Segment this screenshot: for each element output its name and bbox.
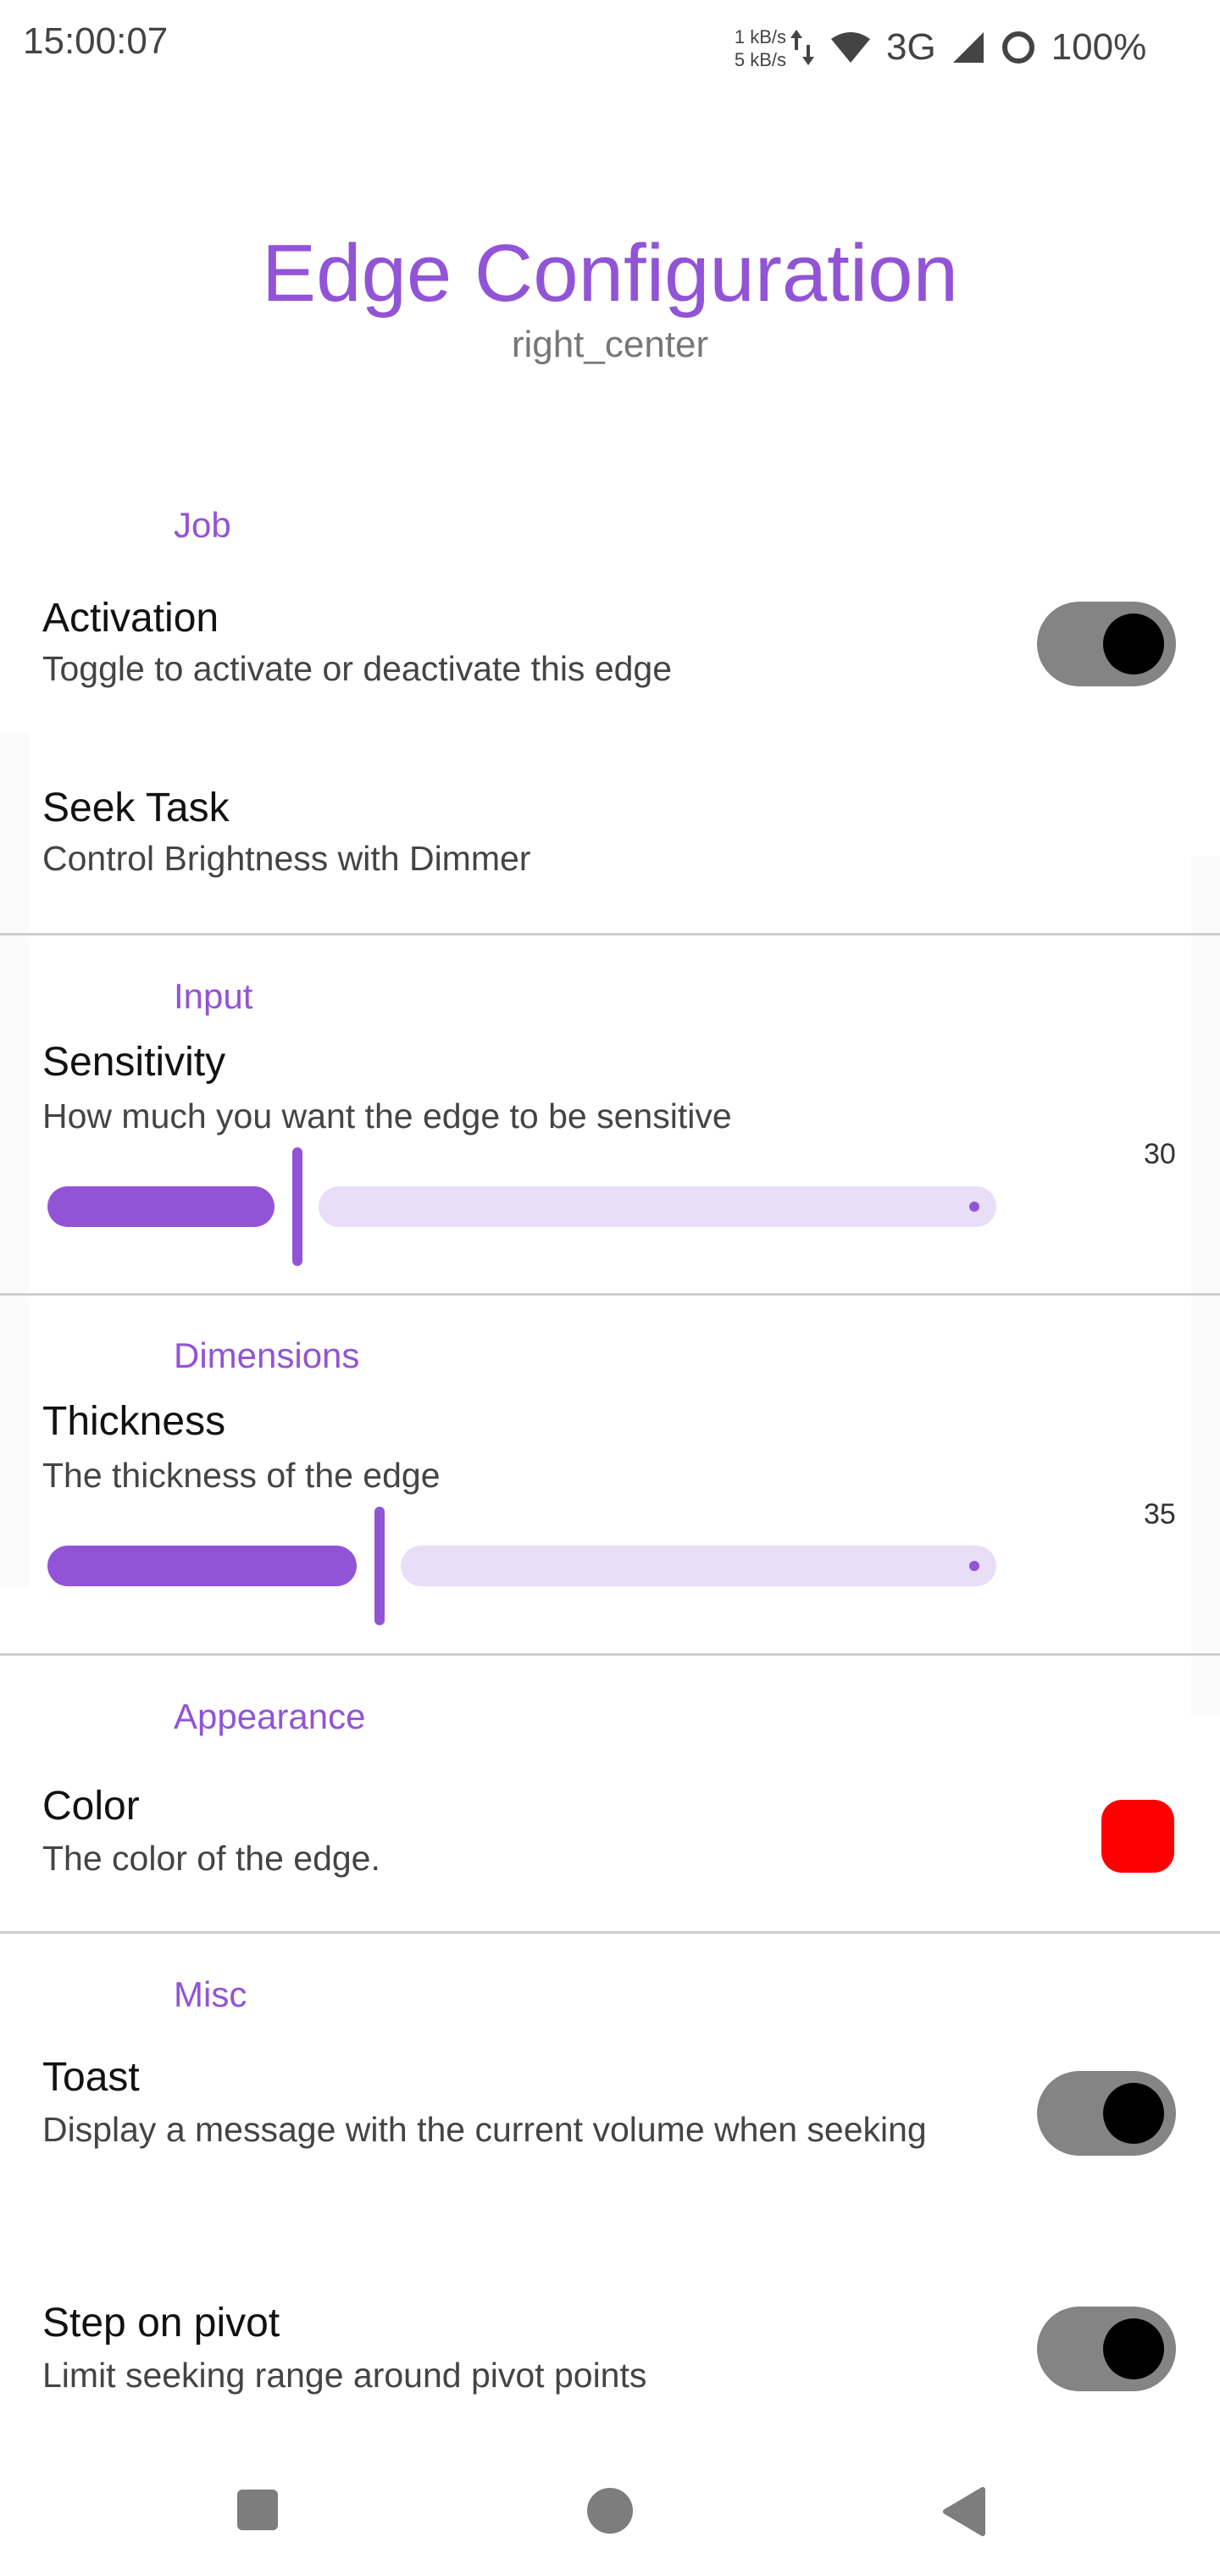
section-title-job: Job [174,505,231,545]
color-title: Color [42,1784,140,1829]
section-title-dimensions: Dimensions [174,1335,360,1375]
slider-active-track [47,1546,357,1586]
section-divider [0,1931,1220,1934]
slider-handle[interactable] [292,1147,302,1266]
toast-row[interactable]: Toast Display a message with the current… [0,2034,1220,2229]
battery-level: 100% [1051,26,1147,68]
edge-hint-right [1191,856,1220,1716]
status-icons: 3G 100% [790,19,1146,76]
home-circle-icon[interactable] [587,2488,633,2534]
section-divider [0,933,1220,935]
back-triangle-icon[interactable] [940,2486,986,2541]
recents-square-icon[interactable] [237,2490,278,2530]
slider-active-track [47,1186,274,1227]
section-title-misc: Misc [174,1974,247,2014]
section-title-appearance: Appearance [174,1696,366,1736]
step-on-pivot-subtitle: Limit seeking range around pivot points [42,2356,647,2395]
page-title: Edge Configuration [262,228,958,319]
status-time: 15:00:07 [23,20,169,62]
activation-row[interactable]: Activation Toggle to activate or deactiv… [0,576,1220,720]
step-on-pivot-title: Step on pivot [42,2301,280,2346]
seek-task-subtitle: Control Brightness with Dimmer [42,839,531,878]
sensitivity-slider[interactable] [47,1147,996,1274]
data-transfer-icon [790,28,815,67]
net-down-speed: 5 kB/s [734,49,786,70]
network-type: 3G [886,26,936,68]
sensitivity-title: Sensitivity [42,1040,226,1085]
switch-knob [1103,613,1164,675]
slider-end-dot [969,1561,979,1571]
sensitivity-value: 30 [1144,1138,1176,1170]
activation-switch[interactable] [1037,602,1176,686]
switch-knob [1103,2318,1164,2379]
activation-title: Activation [42,596,219,641]
slider-inactive-track [401,1546,996,1586]
network-speed: 1 kB/s 5 kB/s [722,25,786,71]
color-subtitle: The color of the edge. [42,1839,380,1878]
page-subtitle: right_center [511,324,709,365]
step-on-pivot-switch[interactable] [1037,2307,1176,2391]
color-row[interactable]: Color The color of the edge. [0,1763,1220,1907]
step-on-pivot-row[interactable]: Step on pivot Limit seeking range around… [0,2279,1220,2423]
slider-inactive-track [319,1186,996,1227]
slider-end-dot [969,1202,979,1212]
sensitivity-subtitle: How much you want the edge to be sensiti… [42,1096,732,1135]
seek-task-row[interactable]: Seek Task Control Brightness with Dimmer [0,763,1220,915]
seek-task-title: Seek Task [42,786,230,830]
section-divider [0,1653,1220,1656]
thickness-slider[interactable] [47,1507,996,1634]
section-divider [0,1293,1220,1296]
battery-saver-icon [1001,30,1036,65]
thickness-title: Thickness [42,1399,226,1444]
activation-subtitle: Toggle to activate or deactivate this ed… [42,649,673,688]
toast-subtitle: Display a message with the current volum… [42,2110,927,2149]
toast-title: Toast [42,2055,140,2100]
wifi-icon [830,31,871,64]
slider-handle[interactable] [374,1507,385,1625]
section-title-input: Input [174,976,253,1016]
switch-knob [1103,2083,1164,2144]
color-swatch[interactable] [1101,1800,1174,1873]
thickness-subtitle: The thickness of the edge [42,1456,441,1495]
net-up-speed: 1 kB/s [734,26,786,47]
toast-switch[interactable] [1037,2071,1176,2156]
signal-icon [951,31,985,64]
thickness-value: 35 [1144,1498,1176,1530]
